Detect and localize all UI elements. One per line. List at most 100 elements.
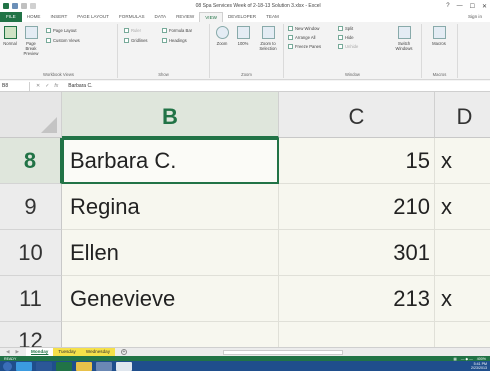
file-explorer-icon[interactable] <box>76 361 92 371</box>
cell-d9[interactable]: x <box>435 184 490 230</box>
row-header[interactable]: 11 <box>0 276 62 322</box>
tab-team[interactable]: TEAM <box>261 12 284 22</box>
close-icon[interactable]: ✕ <box>482 3 487 10</box>
column-header-c[interactable]: C <box>279 92 435 138</box>
scroll-right-icon[interactable]: ▶ <box>16 349 20 355</box>
arrange-all-icon <box>288 35 293 40</box>
help-icon[interactable]: ? <box>446 3 449 10</box>
sheet-navigation: ◀ ▶ <box>0 349 26 355</box>
sheet-tab-bar: ◀ ▶ Monday Tuesday Wednesday + <box>0 347 490 356</box>
group-macros: Macros Macros <box>422 24 458 78</box>
macros-button[interactable]: Macros <box>430 26 448 46</box>
horizontal-scrollbar[interactable] <box>223 349 343 355</box>
zoom-100-button[interactable]: 100% <box>234 26 252 46</box>
tab-developer[interactable]: DEVELOPER <box>223 12 261 22</box>
cell-d8[interactable]: x <box>435 138 490 184</box>
formula-bar-checkbox[interactable]: Formula Bar <box>162 28 192 33</box>
sheet-tab-monday[interactable]: Monday <box>26 348 54 356</box>
tab-data[interactable]: DATA <box>150 12 172 22</box>
sign-in-link[interactable]: Sign in <box>468 12 490 22</box>
ruler-checkbox[interactable]: Ruler <box>124 28 141 33</box>
app-icon[interactable] <box>96 361 112 371</box>
add-sheet-icon[interactable]: + <box>121 349 127 355</box>
tab-home[interactable]: HOME <box>22 12 46 22</box>
tab-insert[interactable]: INSERT <box>45 12 72 22</box>
arrange-all-button[interactable]: Arrange All <box>288 35 315 40</box>
unhide-button[interactable]: Unhide <box>338 44 358 49</box>
cancel-icon[interactable]: ✕ <box>36 83 40 89</box>
split-button[interactable]: Split <box>338 26 353 31</box>
zoom-level[interactable]: 400% <box>477 357 486 361</box>
page-layout-button[interactable]: Page Layout <box>46 28 77 33</box>
excel-taskbar-icon[interactable] <box>56 361 72 371</box>
select-all-corner[interactable] <box>0 92 62 138</box>
cell-b11[interactable]: Genevieve <box>62 276 279 322</box>
minimize-icon[interactable]: — <box>457 3 463 10</box>
formula-bar-buttons: ✕ ✓ fx <box>30 83 64 89</box>
cell-d10[interactable] <box>435 230 490 276</box>
zoom-button[interactable]: Zoom <box>213 26 231 46</box>
formula-bar: B8 ✕ ✓ fx Barbara C. <box>0 81 490 92</box>
row-header[interactable]: 8 <box>0 138 62 184</box>
group-label: Macros <box>432 72 447 77</box>
cell-b9[interactable]: Regina <box>62 184 279 230</box>
cell-c10[interactable]: 301 <box>279 230 435 276</box>
zoom-to-selection-button[interactable]: Zoom to Selection <box>255 26 281 51</box>
maximize-icon[interactable]: ☐ <box>470 3 475 10</box>
system-tray-clock[interactable]: 5:41 PM 2/23/2013 <box>471 362 490 370</box>
redo-icon[interactable] <box>30 3 36 9</box>
undo-icon[interactable] <box>21 3 27 9</box>
name-box[interactable]: B8 <box>0 81 30 91</box>
save-icon[interactable] <box>12 3 18 9</box>
switch-windows-button[interactable]: Switch Windows <box>392 26 416 51</box>
page-break-preview-button[interactable]: Page Break Preview <box>21 26 41 56</box>
word-icon[interactable] <box>36 361 52 371</box>
start-icon[interactable] <box>3 361 12 371</box>
macros-icon <box>432 26 446 39</box>
formula-input[interactable]: Barbara C. <box>64 83 92 89</box>
cell-c12[interactable] <box>279 322 435 347</box>
scroll-left-icon[interactable]: ◀ <box>6 349 10 355</box>
new-window-button[interactable]: New Window <box>288 26 319 31</box>
cell-d12[interactable] <box>435 322 490 347</box>
column-header-b[interactable]: B <box>62 92 279 138</box>
freeze-panes-icon <box>288 44 293 49</box>
freeze-panes-button[interactable]: Freeze Panes <box>288 44 321 49</box>
zoom-100-icon <box>236 26 250 39</box>
custom-views-button[interactable]: Custom Views <box>46 38 80 43</box>
clock-date: 2/23/2013 <box>471 366 487 370</box>
normal-view-status-icon[interactable]: ▦ <box>453 357 456 361</box>
worksheet-grid[interactable]: B C D 8 Barbara C. 15 x 9 Regina 210 x 1… <box>0 92 490 347</box>
cell-c11[interactable]: 213 <box>279 276 435 322</box>
internet-explorer-icon[interactable] <box>16 361 32 371</box>
hide-button[interactable]: Hide <box>338 35 354 40</box>
row-header[interactable]: 12 <box>0 322 62 347</box>
cell-b10[interactable]: Ellen <box>62 230 279 276</box>
insert-function-icon[interactable]: fx <box>54 83 58 89</box>
cell-d11[interactable]: x <box>435 276 490 322</box>
row-header[interactable]: 10 <box>0 230 62 276</box>
sheet-tab-tuesday[interactable]: Tuesday <box>53 348 81 356</box>
cell-c8[interactable]: 15 <box>279 138 435 184</box>
document-icon[interactable] <box>116 361 132 371</box>
gridlines-checkbox[interactable]: Gridlines <box>124 38 148 43</box>
row-header[interactable]: 9 <box>0 184 62 230</box>
cell-b12[interactable] <box>62 322 279 347</box>
checkbox-icon <box>124 28 129 33</box>
tab-page-layout[interactable]: PAGE LAYOUT <box>72 12 114 22</box>
group-workbook-views: Normal Page Break Preview Page Layout Cu… <box>0 24 118 78</box>
headings-checkbox[interactable]: Headings <box>162 38 187 43</box>
sheet-tab-wednesday[interactable]: Wednesday <box>80 348 115 356</box>
tab-review[interactable]: REVIEW <box>171 12 199 22</box>
tab-formulas[interactable]: FORMULAS <box>114 12 150 22</box>
column-header-d[interactable]: D <box>435 92 490 138</box>
tab-view[interactable]: VIEW <box>199 12 223 22</box>
cell-c9[interactable]: 210 <box>279 184 435 230</box>
group-label: Zoom <box>241 72 252 77</box>
cell-b8[interactable]: Barbara C. <box>62 138 279 184</box>
tab-file[interactable]: FILE <box>0 12 22 22</box>
enter-icon[interactable]: ✓ <box>45 83 49 89</box>
zoom-slider[interactable]: — ◆ — <box>461 357 473 361</box>
normal-view-button[interactable]: Normal <box>1 26 19 46</box>
group-window: New Window Arrange All Freeze Panes Spli… <box>284 24 422 78</box>
